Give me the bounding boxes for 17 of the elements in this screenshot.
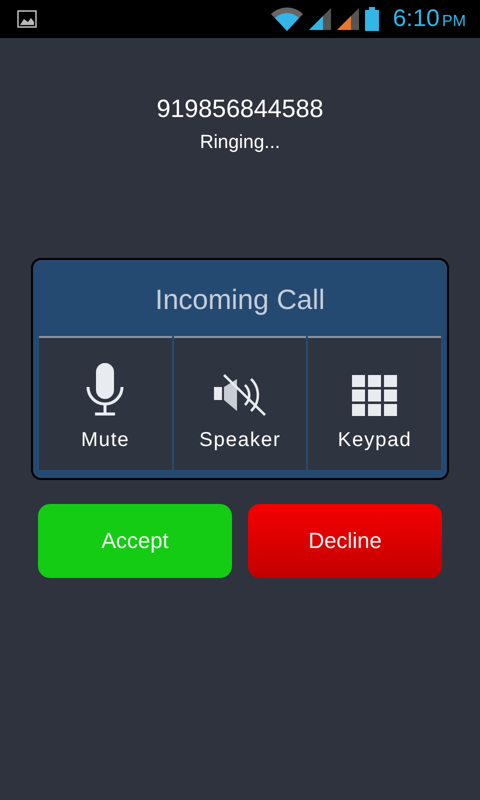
clock-period: PM [441,13,466,31]
picture-icon [17,10,37,28]
speaker-option-button[interactable]: Speaker [174,336,306,472]
caller-number: 919856844588 [156,95,324,124]
keypad-option-button[interactable]: Keypad [308,336,442,472]
call-status: Ringing... [198,132,282,154]
decline-button[interactable]: Decline [248,504,442,578]
panel-title: Incoming Call [154,283,326,317]
battery-icon [364,7,379,31]
signal-icon [308,8,331,30]
signal-icon [336,8,359,30]
clock-time: 6:10 [392,5,440,33]
wifi-icon [270,7,303,31]
mic-option-button[interactable]: Mute [39,336,172,472]
microphone-icon [85,363,126,417]
keypad-icon [352,375,398,417]
speaker-muted-icon [213,373,267,417]
